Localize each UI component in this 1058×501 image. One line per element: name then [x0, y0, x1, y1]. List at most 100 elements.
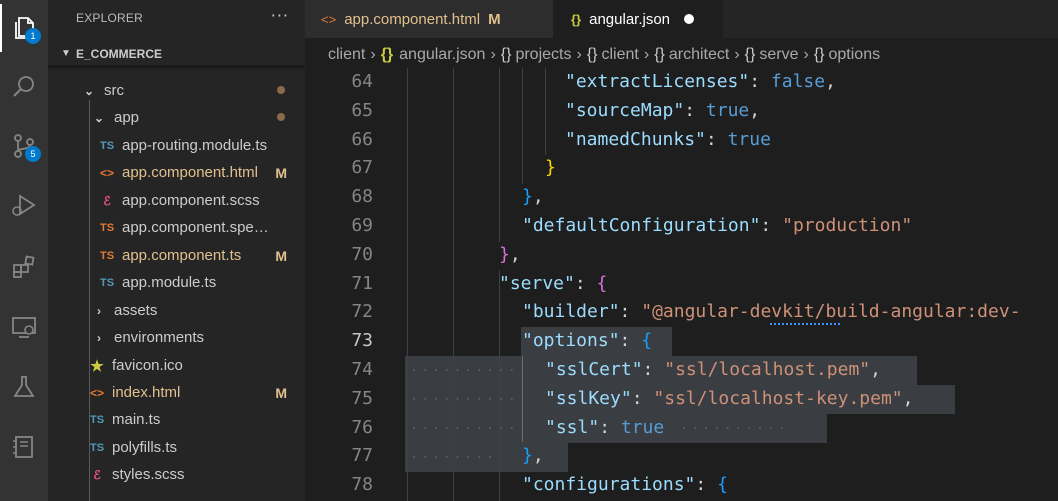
breadcrumb-item[interactable]: projects: [515, 46, 571, 64]
tree-folder-src[interactable]: ⌄ src: [48, 77, 305, 104]
modified-dot: [277, 86, 285, 94]
code-line[interactable]: 66 "namedChunks": true: [305, 126, 1058, 155]
git-status-modified: M: [275, 164, 287, 181]
breadcrumb-item[interactable]: angular.json: [399, 46, 485, 64]
code-line[interactable]: 73 "options": {: [305, 327, 1058, 356]
json-file-icon: {}: [380, 46, 394, 63]
tree-file-index-html[interactable]: <> index.html M: [48, 379, 305, 406]
code-line[interactable]: 71 "serve": {: [305, 270, 1058, 299]
source-control-badge: 5: [25, 146, 41, 162]
code-line[interactable]: 75 "sslKey": "ssl/localhost-key.pem",: [305, 385, 1058, 414]
code-content: },: [522, 442, 544, 471]
code-line[interactable]: 65 "sourceMap": true,: [305, 97, 1058, 126]
star-icon: ★: [90, 357, 104, 375]
tree-file-main[interactable]: TS main.ts: [48, 406, 305, 433]
code-line[interactable]: 69 "defaultConfiguration": "production": [305, 212, 1058, 241]
code-token: "configurations": [522, 474, 696, 496]
search-activity[interactable]: [0, 63, 48, 111]
breadcrumb-item[interactable]: options: [829, 46, 881, 64]
code-token: {: [596, 272, 608, 294]
breadcrumb-item[interactable]: architect: [669, 46, 729, 64]
code-token: }: [545, 157, 556, 179]
code-token: :: [695, 474, 718, 496]
code-line[interactable]: 70},: [305, 241, 1058, 270]
code-token: ,: [902, 387, 914, 409]
line-number: 72: [351, 301, 373, 323]
code-token: ,: [532, 445, 544, 467]
code-token: "sourceMap": [565, 99, 685, 121]
chevron-down-icon: ⌄: [83, 83, 95, 98]
modified-dot: [277, 113, 285, 121]
code-token: "serve": [499, 272, 575, 294]
extensions-activity[interactable]: [0, 243, 48, 291]
explorer-badge: 1: [25, 28, 41, 44]
git-status-modified: M: [488, 10, 501, 28]
explorer-activity[interactable]: 1: [0, 4, 48, 52]
tree-file-app-module[interactable]: TS app.module.ts: [48, 269, 305, 296]
code-line[interactable]: 74 "sslCert": "ssl/localhost.pem",: [305, 356, 1058, 385]
code-line[interactable]: 77},: [305, 442, 1058, 471]
tree-file-app-component-html[interactable]: <> app.component.html M: [48, 159, 305, 186]
spec-file-icon: TS: [99, 221, 115, 234]
code-line[interactable]: 68},: [305, 183, 1058, 212]
line-number: 77: [351, 445, 373, 467]
chevron-right-icon: ›: [643, 46, 650, 63]
code-token: }: [522, 445, 533, 467]
line-number: 67: [351, 157, 373, 179]
code-token: :: [642, 359, 665, 380]
code-line[interactable]: 67}: [305, 154, 1058, 183]
code-token: :: [599, 416, 621, 438]
activity-bar: 1 5: [0, 0, 48, 501]
tree-file-app-routing[interactable]: TS app-routing.module.ts: [48, 132, 305, 159]
html-file-icon: <>: [89, 385, 104, 400]
typescript-file-icon: TS: [99, 276, 115, 289]
tree-folder-assets[interactable]: › assets: [48, 297, 305, 324]
code-token: "ssl/localhost-key.pem": [653, 387, 903, 409]
workspace-name: E_COMMERCE: [76, 46, 163, 61]
tree-folder-environments[interactable]: › environments: [48, 324, 305, 351]
code-line[interactable]: 72 "builder": "@angular-devkit/build-angu…: [305, 298, 1058, 327]
explorer-sidebar: EXPLORER ··· ▼ E_COMMERCE ⌄ src ⌄ app TS…: [48, 0, 305, 501]
tab-app-component-html[interactable]: <> app.component.html M: [305, 0, 553, 38]
line-number: 65: [351, 99, 373, 121]
source-control-activity[interactable]: 5: [0, 122, 48, 170]
more-actions-icon[interactable]: ···: [271, 6, 289, 25]
code-token: :: [574, 272, 597, 294]
line-number: 66: [351, 128, 373, 150]
code-editor[interactable]: ·········· ·········· ·········· ·······…: [305, 68, 1058, 501]
chevron-right-icon: ›: [490, 46, 496, 63]
code-content: "extractLicenses": false,: [565, 68, 836, 97]
tree-file-favicon[interactable]: ★ favicon.ico: [48, 352, 305, 379]
chevron-right-icon: ›: [370, 46, 376, 63]
code-content: "ssl": true: [545, 414, 664, 443]
tab-label: angular.json: [589, 10, 671, 28]
code-token: {: [641, 330, 653, 352]
tree-file-styles[interactable]: ℰ styles.scss: [48, 461, 305, 488]
breadcrumb-item[interactable]: client: [328, 46, 365, 64]
typescript-file-icon: TS: [99, 249, 115, 262]
unsaved-dot-icon[interactable]: [684, 14, 695, 24]
tree-file-app-component-scss[interactable]: ℰ app.component.scss: [48, 187, 305, 214]
line-number: 78: [351, 474, 373, 496]
remote-explorer-activity[interactable]: [0, 303, 48, 351]
tree-file-app-component-ts[interactable]: TS app.component.ts M: [48, 242, 305, 269]
code-line[interactable]: 76 "ssl": true: [305, 414, 1058, 443]
tree-file-app-component-spec[interactable]: TS app.component.spec.ts: [48, 214, 305, 241]
tree-file-polyfills[interactable]: TS polyfills.ts: [48, 434, 305, 461]
editor-tab-bar: <> app.component.html M {} angular.json: [305, 0, 1058, 38]
breadcrumb-item[interactable]: client: [602, 46, 639, 64]
code-line[interactable]: 78 "configurations": {: [305, 471, 1058, 500]
workspace-section-header[interactable]: ▼ E_COMMERCE: [48, 42, 305, 66]
run-debug-activity[interactable]: [0, 181, 48, 229]
code-line[interactable]: 64 "extractLicenses": false,: [305, 68, 1058, 97]
breadcrumb-item[interactable]: serve: [759, 46, 798, 64]
chevron-right-icon: ›: [97, 330, 101, 345]
chevron-right-icon: ›: [803, 46, 809, 63]
code-content: "sslKey": "ssl/localhost-key.pem",: [545, 385, 913, 414]
line-number: 64: [351, 71, 373, 92]
notebook-activity[interactable]: [0, 423, 48, 471]
tab-angular-json[interactable]: {} angular.json: [553, 0, 723, 38]
testing-activity[interactable]: [0, 363, 48, 411]
sass-file-icon: ℰ: [103, 193, 111, 208]
tree-folder-app[interactable]: ⌄ app: [48, 104, 305, 131]
